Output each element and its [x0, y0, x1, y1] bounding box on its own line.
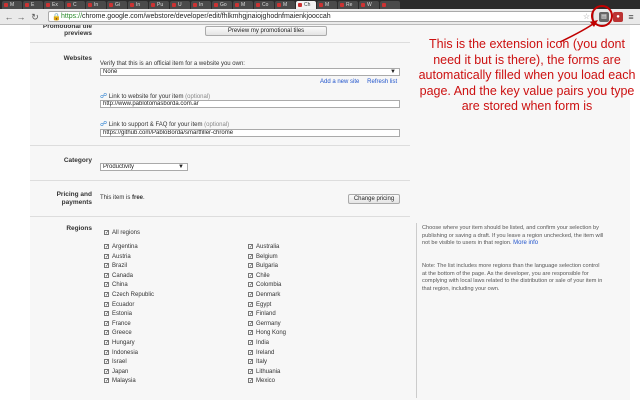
annotation-text: This is the extension icon (you dont nee…	[418, 37, 636, 113]
